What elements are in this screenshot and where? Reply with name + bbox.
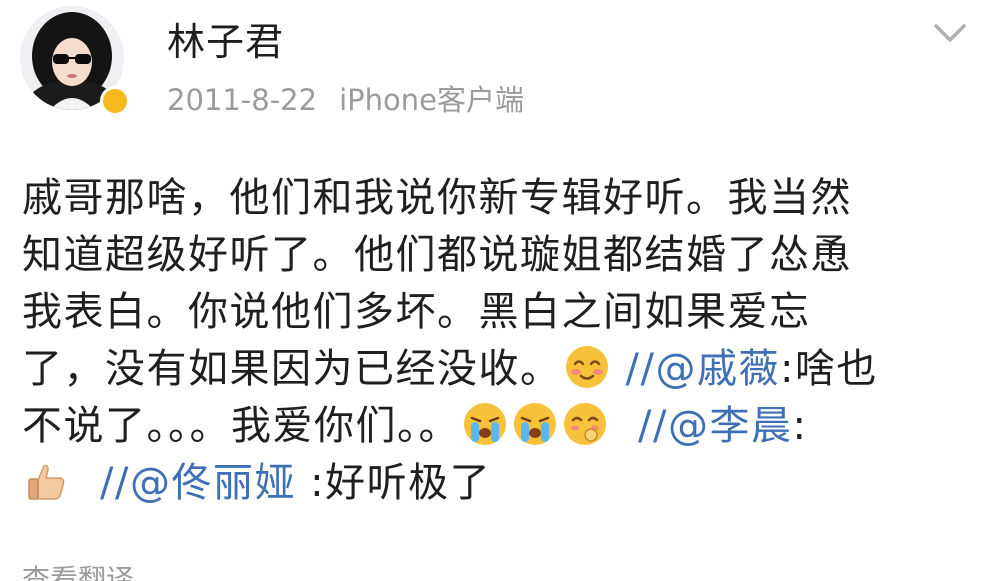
repost-separator: // bbox=[625, 346, 656, 392]
post-date: 2011-8-22 bbox=[167, 83, 318, 117]
post-meta: 2011-8-22 iPhone客户端 bbox=[167, 82, 524, 118]
post-line-text: 不说了。。。我爱你们。。 bbox=[22, 403, 460, 449]
post-line: 了，没有如果因为已经没收。 //@戚薇:啥也 bbox=[22, 341, 972, 398]
post-line: 戚哥那啥，他们和我说你新专辑好听。我当然 bbox=[22, 175, 852, 221]
post-line-text: : bbox=[792, 403, 808, 449]
post-line: 我表白。你说他们多坏。黑白之间如果爱忘 bbox=[22, 289, 811, 335]
post-line-text: :好听极了 bbox=[295, 460, 492, 506]
mention-link[interactable]: @佟丽娅 bbox=[130, 460, 296, 506]
post-line: 知道超级好听了。他们都说璇姐都结婚了怂恿 bbox=[22, 232, 852, 278]
crying-emoji bbox=[512, 401, 558, 447]
post-line-text: :啥也 bbox=[779, 346, 878, 392]
blush-emoji bbox=[564, 344, 610, 390]
crying-emoji bbox=[462, 401, 508, 447]
mention-link[interactable]: @戚薇 bbox=[655, 346, 780, 392]
post-body: 戚哥那啥，他们和我说你新专辑好听。我当然 知道超级好听了。他们都说璇姐都结婚了怂… bbox=[22, 170, 972, 512]
repost-separator: // bbox=[100, 460, 130, 506]
mention-link[interactable]: @李晨 bbox=[668, 403, 793, 449]
avatar[interactable] bbox=[20, 6, 130, 116]
translate-link[interactable]: 查看翻译 bbox=[22, 562, 134, 581]
post-line: //@佟丽娅 :好听极了 bbox=[22, 455, 972, 512]
thumbs-up-emoji bbox=[24, 458, 70, 504]
chevron-down-icon[interactable] bbox=[932, 20, 968, 48]
post-line: 不说了。。。我爱你们。。 //@李晨: bbox=[22, 398, 972, 455]
verified-badge-icon bbox=[100, 86, 130, 116]
author-name[interactable]: 林子君 bbox=[167, 18, 284, 66]
post-line-text: 了，没有如果因为已经没收。 bbox=[22, 346, 562, 392]
repost-separator: // bbox=[638, 403, 668, 449]
post-source: iPhone客户端 bbox=[339, 83, 524, 117]
shy-emoji bbox=[562, 401, 608, 447]
